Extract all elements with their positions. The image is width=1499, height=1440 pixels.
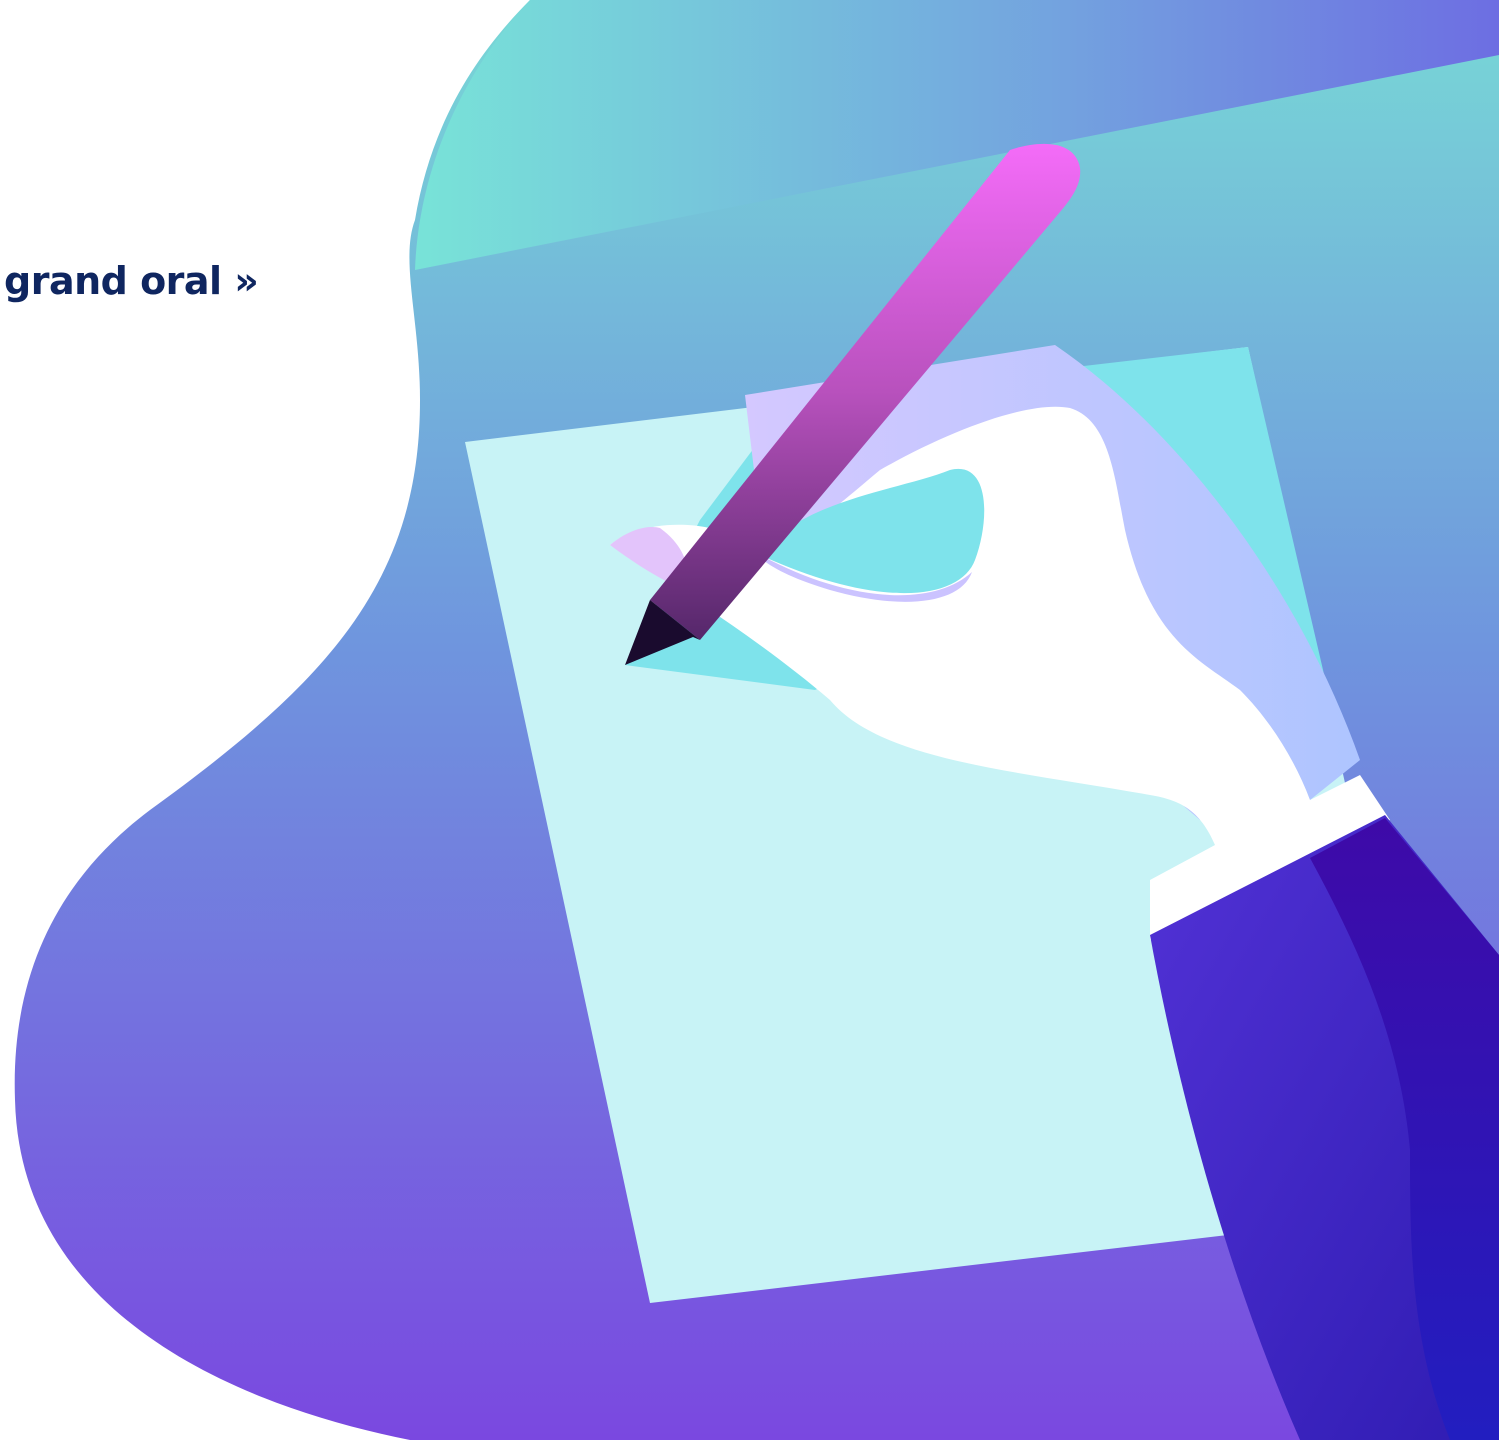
hand-writing-with-pen-icon <box>14 0 1499 1440</box>
page: grand oral » <box>0 0 1499 1440</box>
